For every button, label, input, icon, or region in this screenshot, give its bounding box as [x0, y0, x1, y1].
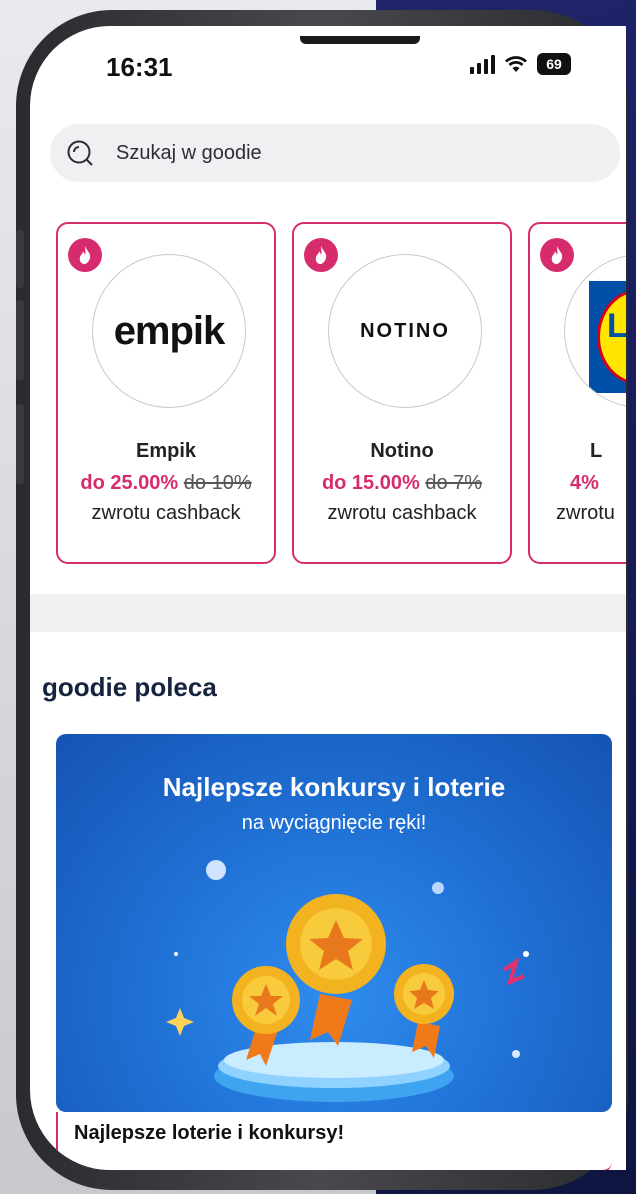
phone-side-button	[16, 300, 24, 380]
fire-icon	[68, 238, 102, 272]
phone-side-button	[16, 404, 24, 484]
shop-card-notino[interactable]: NOTINO Notino do 15.00% do 7% zwrotu cas…	[292, 222, 512, 564]
phone-side-button	[16, 230, 24, 288]
notino-logo: NOTINO	[360, 319, 450, 342]
cashback-rate: do 15.00% do 7%	[294, 472, 510, 495]
cashback-label: zwrotu cashback	[91, 502, 241, 524]
lidl-logo-text: LI	[607, 307, 626, 345]
search-icon	[67, 140, 93, 166]
search-input[interactable]: Szukaj w goodie	[116, 142, 262, 165]
status-time: 16:31	[106, 52, 173, 82]
banner-subtitle: na wyciągnięcie ręki!	[241, 812, 427, 834]
rate-current: 4%	[570, 472, 599, 494]
section-title: goodie poleca	[42, 672, 217, 702]
wifi-icon	[505, 55, 527, 73]
shop-card-empik[interactable]: empik Empik do 25.00% do 10% zwrotu cash…	[56, 222, 276, 564]
cashback-rate: do 25.00% do 10%	[58, 472, 274, 495]
battery-icon: 69	[537, 53, 571, 75]
shop-carousel[interactable]: empik Empik do 25.00% do 10% zwrotu cash…	[56, 222, 626, 564]
rate-old: do 7%	[425, 472, 483, 494]
rate-current: do 25.00%	[80, 472, 179, 494]
app-screen: 16:31 69 Szukaj w goodie empik Empik do …	[30, 26, 626, 1170]
cashback-rate: 4%	[570, 472, 626, 495]
shop-name: Empik	[135, 440, 197, 462]
status-icons: 69	[470, 53, 571, 75]
fire-icon	[540, 238, 574, 272]
fire-icon	[304, 238, 338, 272]
shop-logo: NOTINO	[328, 254, 482, 408]
shop-name: Notino	[370, 440, 434, 462]
notch	[300, 36, 420, 44]
cashback-label: zwrotu cashback	[327, 502, 477, 524]
banner-caption-card[interactable]: Najlepsze loterie i konkursy!	[56, 1112, 612, 1170]
promo-banner[interactable]: Najlepsze konkursy i loterie na wyciągni…	[56, 734, 612, 1112]
rate-old: do 10%	[183, 472, 252, 494]
shop-name: L	[590, 440, 603, 462]
section-divider	[30, 594, 626, 632]
empik-logo: empik	[113, 308, 226, 353]
medals-illustration	[166, 860, 529, 1102]
rate-current: do 15.00%	[321, 472, 420, 494]
signal-icon	[470, 54, 495, 74]
banner-caption: Najlepsze loterie i konkursy!	[74, 1122, 345, 1144]
banner-title: Najlepsze konkursy i loterie	[162, 772, 506, 802]
cashback-label: zwrotu	[556, 502, 615, 524]
shop-card-lidl[interactable]: LI L 4% zwrotu	[528, 222, 626, 564]
shop-logo: empik	[92, 254, 246, 408]
shop-logo: LI	[564, 254, 626, 408]
lidl-logo: LI	[589, 281, 626, 393]
search-bar[interactable]: Szukaj w goodie	[50, 124, 620, 182]
